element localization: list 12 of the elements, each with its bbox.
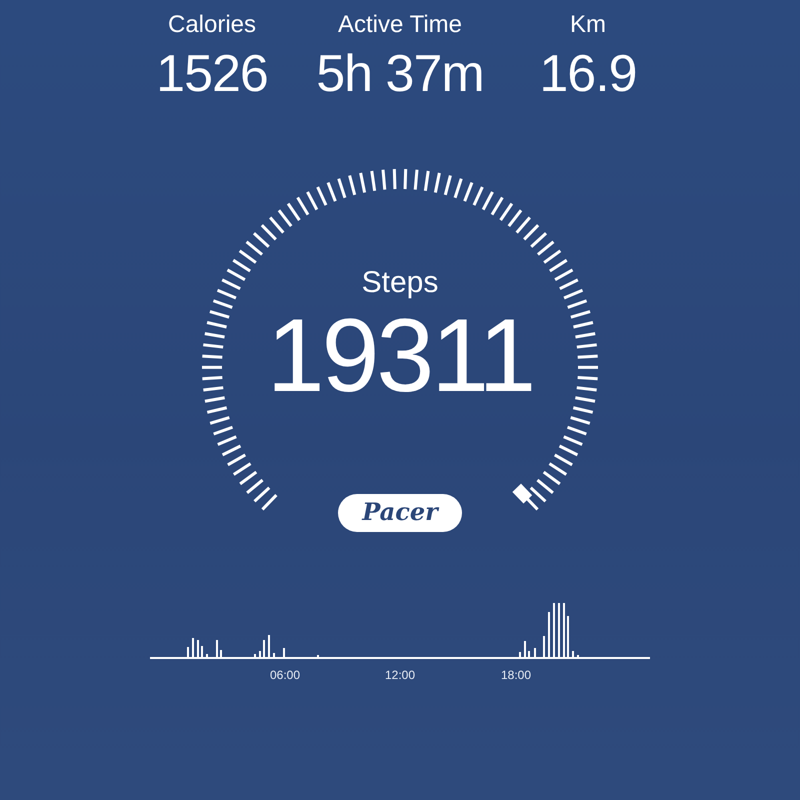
stat-value: 5h 37m — [316, 44, 484, 105]
steps-count: 19311 — [266, 301, 534, 411]
time-label: 12:00 — [384, 668, 416, 682]
time-label: 06:00 — [270, 668, 300, 682]
time-label: 18:00 — [500, 668, 532, 682]
brand-logo: Pacer — [338, 494, 462, 532]
stat-label: Active Time — [338, 10, 462, 40]
stat-label: Km — [570, 10, 606, 40]
stat-label: Calories — [168, 10, 256, 40]
stat-value: 1526 — [156, 44, 268, 105]
steps-label: Steps — [362, 265, 438, 301]
stat-value: 16.9 — [539, 44, 637, 105]
